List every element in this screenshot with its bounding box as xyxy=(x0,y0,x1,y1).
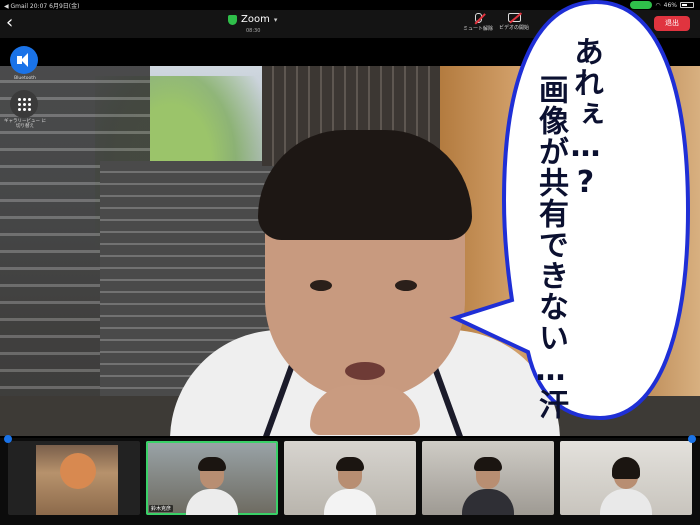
bubble-text-line1: あれぇ…? xyxy=(568,36,603,201)
character-avatar xyxy=(60,453,96,489)
participant-video xyxy=(182,455,242,515)
battery-icon xyxy=(680,2,694,8)
mouth xyxy=(345,362,385,380)
camera-off-icon xyxy=(507,13,521,22)
call-indicator-icon xyxy=(630,1,653,9)
participant-strip: 鈴木克彦 xyxy=(0,438,700,525)
participant-video xyxy=(320,455,380,515)
participant-video xyxy=(596,455,656,515)
eye xyxy=(310,280,332,291)
unmute-label: ミュート解除 xyxy=(462,26,493,32)
hands xyxy=(310,385,420,435)
gallery-view-button[interactable] xyxy=(10,90,38,118)
meeting-title-text: Zoom xyxy=(241,14,270,25)
audio-output-button[interactable] xyxy=(10,46,38,74)
meeting-timer: 08:30 xyxy=(246,28,261,34)
meeting-title[interactable]: Zoom ▾ xyxy=(228,14,277,25)
participant-tile[interactable] xyxy=(284,441,416,515)
participant-tile[interactable] xyxy=(422,441,554,515)
start-video-label: ビデオの開始 xyxy=(498,25,529,31)
participant-tile[interactable] xyxy=(8,441,140,515)
unmute-button[interactable]: ミュート解除 xyxy=(460,13,496,32)
meeting-top-bar: ‹ Zoom ▾ 08:30 ミュート解除 ビデオの開始 退出 xyxy=(0,10,700,38)
shield-icon xyxy=(228,14,237,25)
bluetooth-label: Bluetooth xyxy=(14,76,36,81)
status-left-text: ◀ Gmail 20:07 6月9日(金) xyxy=(4,3,80,10)
hair xyxy=(258,130,472,240)
chevron-down-icon: ▾ xyxy=(273,15,278,24)
wifi-icon: ◠ xyxy=(655,1,661,9)
participant-tile[interactable] xyxy=(560,441,692,515)
mic-off-icon xyxy=(474,13,482,23)
start-video-button[interactable]: ビデオの開始 xyxy=(496,13,532,31)
status-right: ◠ 46% xyxy=(630,1,694,9)
page-indicator-dot xyxy=(688,435,696,443)
ios-status-bar: ◀ Gmail 20:07 6月9日(金) ◠ 46% xyxy=(0,0,700,10)
gallery-view-label: ギャラリービュー に切り替え xyxy=(4,119,46,130)
participant-video xyxy=(458,455,518,515)
eye xyxy=(395,280,417,291)
speaker-person xyxy=(170,130,560,436)
bubble-text-line2: 画像が共有できない…汗 xyxy=(533,74,568,420)
participant-name: 鈴木克彦 xyxy=(149,505,174,512)
back-button[interactable]: ‹ xyxy=(6,13,24,33)
leave-button[interactable]: 退出 xyxy=(654,16,690,31)
page-indicator-dot xyxy=(4,435,12,443)
battery-percent: 46% xyxy=(663,1,677,9)
participant-tile-active[interactable]: 鈴木克彦 xyxy=(146,441,278,515)
